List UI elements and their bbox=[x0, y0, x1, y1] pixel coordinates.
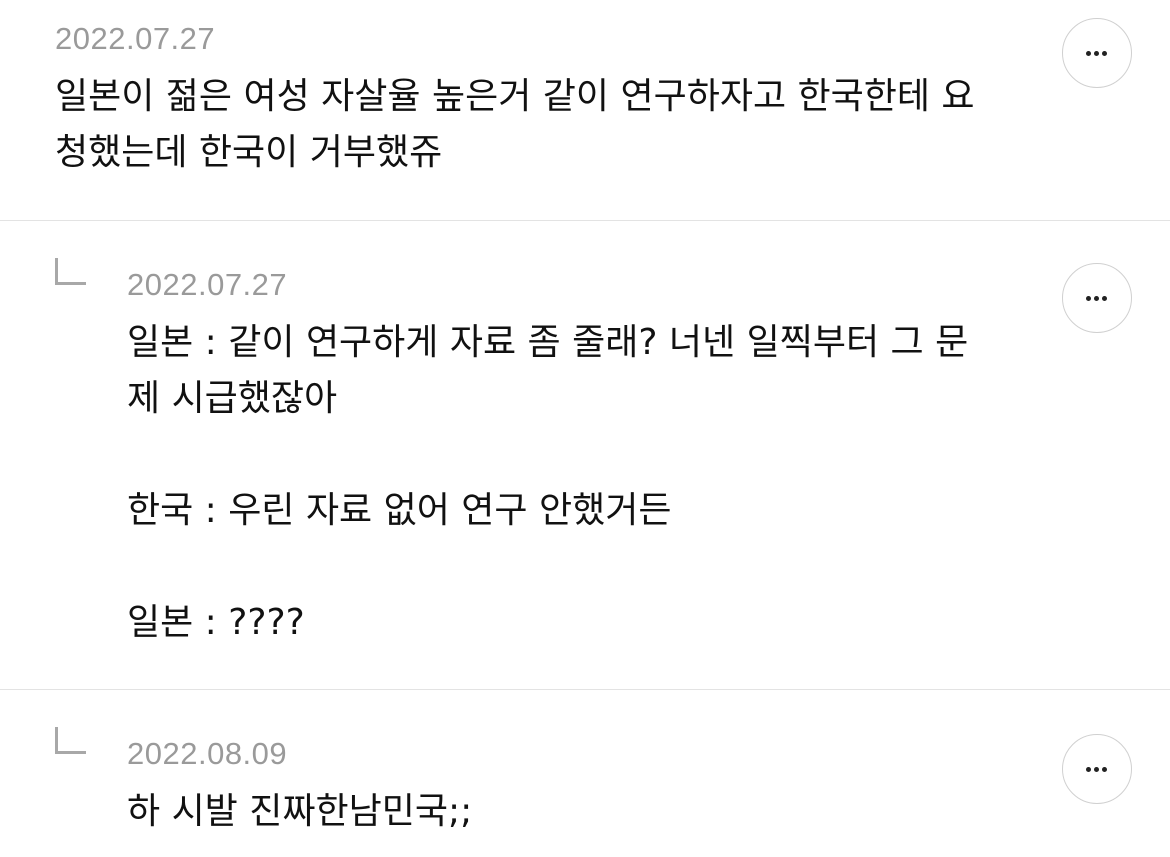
comment-text: 일본이 젊은 여성 자살율 높은거 같이 연구하자고 한국한테 요 청했는데 한… bbox=[55, 76, 975, 173]
reply-arrow-icon bbox=[55, 727, 86, 754]
more-options-button[interactable] bbox=[1062, 734, 1132, 804]
comment: 2022.07.27 일본이 젊은 여성 자살율 높은거 같이 연구하자고 한국… bbox=[0, 0, 1170, 221]
more-options-button[interactable] bbox=[1062, 263, 1132, 333]
reply-comment: 2022.08.09 하 시발 진짜한남민국;; bbox=[0, 690, 1170, 857]
comment-text: 일본 : 같이 연구하게 자료 좀 줄래? 너넨 일찍부터 그 문 제 시급했잖… bbox=[127, 322, 969, 643]
reply-comment: 2022.07.27 일본 : 같이 연구하게 자료 좀 줄래? 너넨 일찍부터… bbox=[0, 221, 1170, 690]
comment-date: 2022.07.27 bbox=[55, 21, 216, 56]
reply-arrow-icon bbox=[55, 258, 86, 285]
comment-date: 2022.07.27 bbox=[127, 267, 288, 302]
comment-date: 2022.08.09 bbox=[127, 736, 288, 771]
more-options-button[interactable] bbox=[1062, 18, 1132, 88]
comment-text: 하 시발 진짜한남민국;; bbox=[127, 791, 473, 832]
